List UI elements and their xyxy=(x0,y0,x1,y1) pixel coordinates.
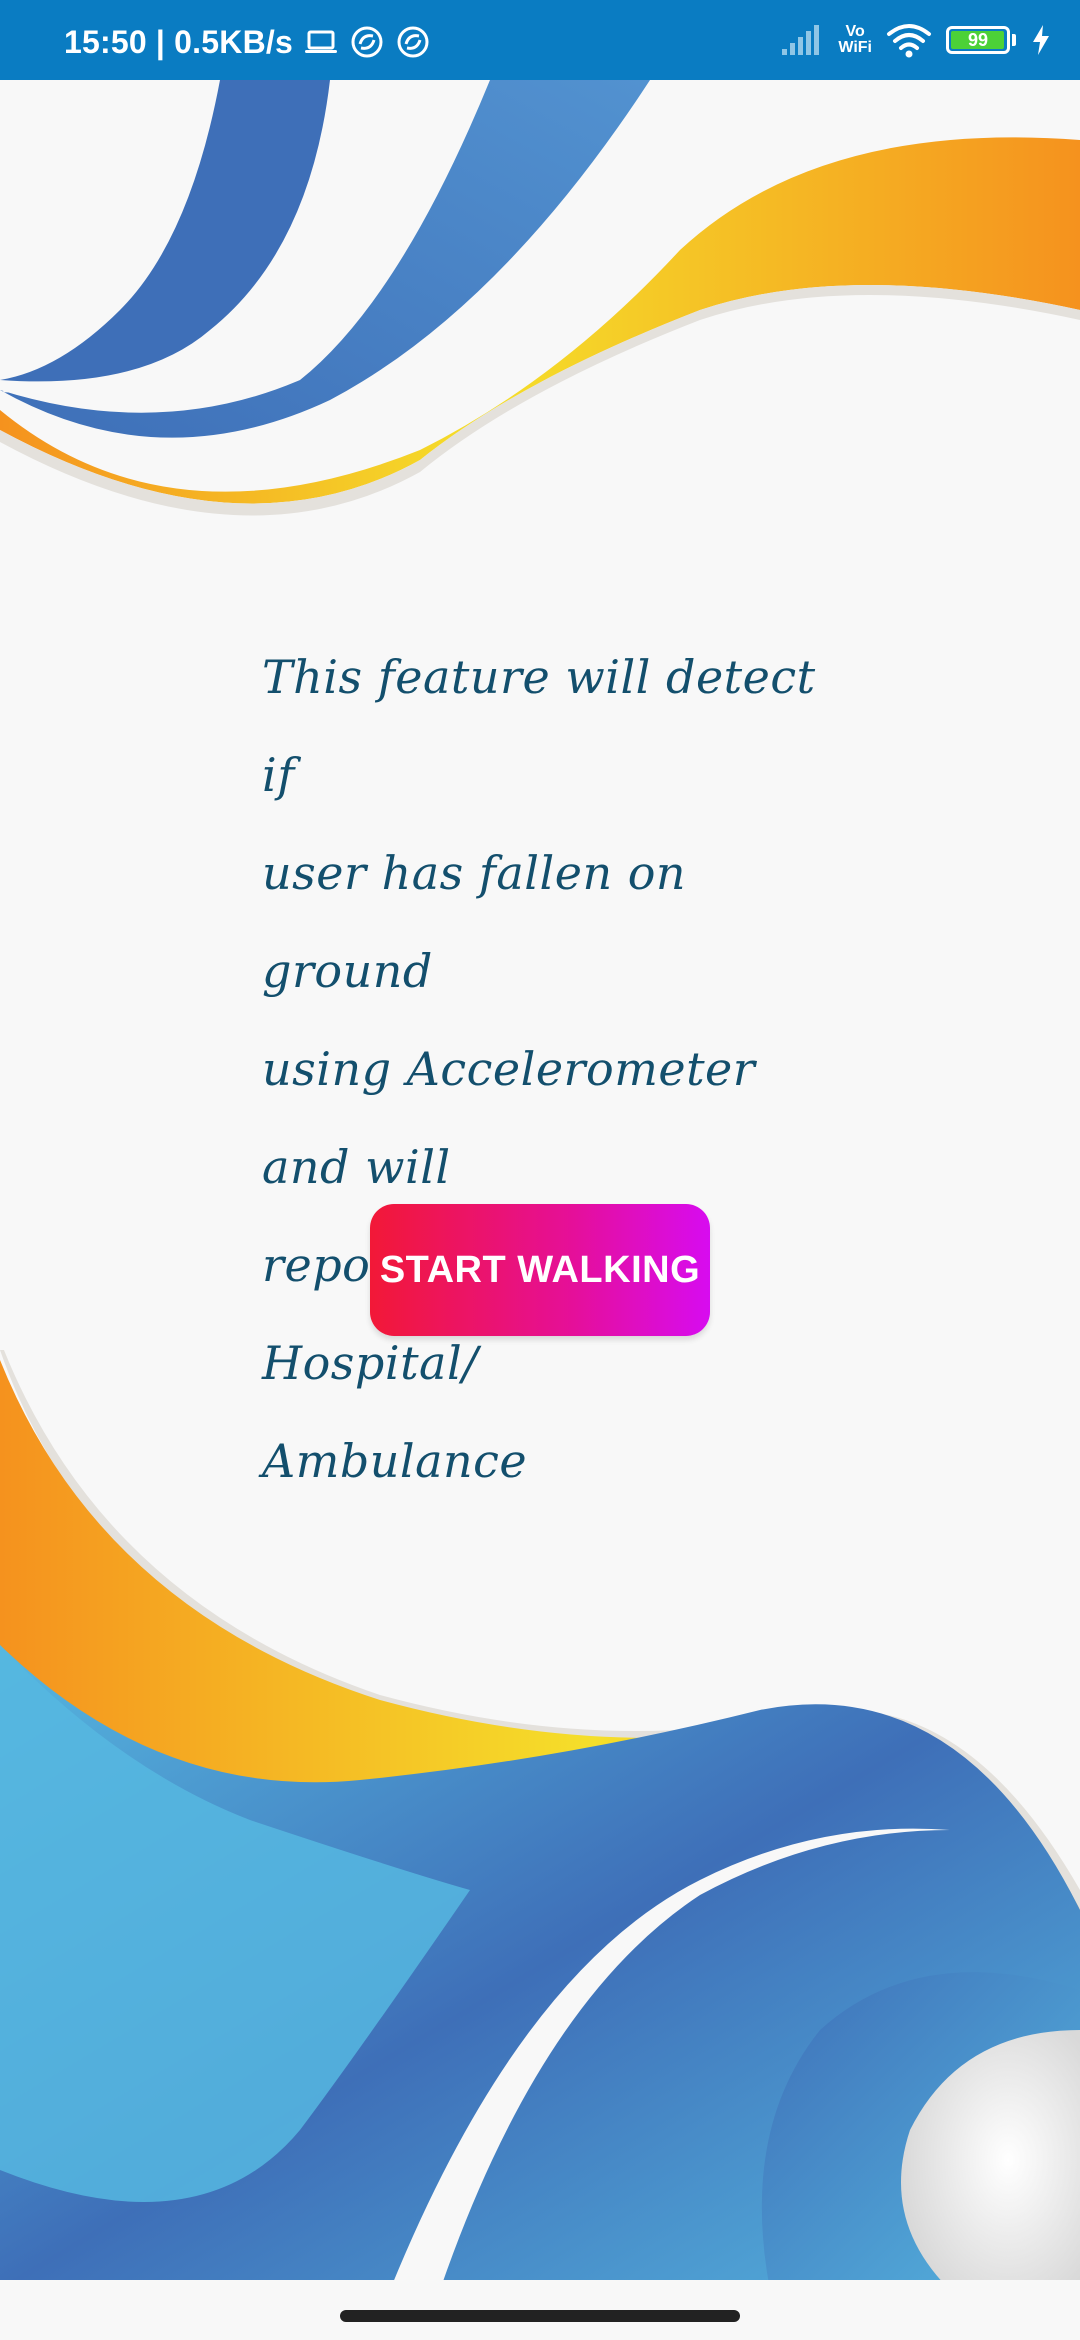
status-left-group: 15:50 | 0.5KB/s xyxy=(64,22,431,62)
home-gesture-bar[interactable] xyxy=(340,2310,740,2322)
vowifi-label: Vo WiFi xyxy=(838,24,872,56)
charging-bolt-icon xyxy=(1033,25,1049,55)
signal-strength-icon xyxy=(782,25,820,55)
vowifi-line1: Vo xyxy=(845,23,865,40)
status-time-speed: 15:50 | 0.5KB/s xyxy=(64,23,293,60)
vowifi-line2: WiFi xyxy=(838,39,872,56)
battery-group: 99 xyxy=(946,26,1016,54)
bottom-wave-decoration xyxy=(0,1350,1080,2290)
status-right-group: Vo WiFi 99 xyxy=(780,20,1052,60)
battery-icon: 99 xyxy=(946,26,1010,54)
status-bar: 15:50 | 0.5KB/s Vo WiFi 99 xyxy=(0,0,1080,80)
top-wave-decoration xyxy=(0,80,1080,516)
sync-icon xyxy=(397,26,429,58)
battery-cap xyxy=(1012,34,1016,46)
laptop-icon xyxy=(304,30,337,53)
wifi-icon xyxy=(887,24,931,58)
start-walking-button[interactable]: START WALKING xyxy=(370,1204,710,1336)
sync-icon xyxy=(351,26,383,58)
app-screen: 15:50 | 0.5KB/s Vo WiFi 99 This feature … xyxy=(0,0,1080,2340)
battery-level: 99 xyxy=(967,29,989,50)
